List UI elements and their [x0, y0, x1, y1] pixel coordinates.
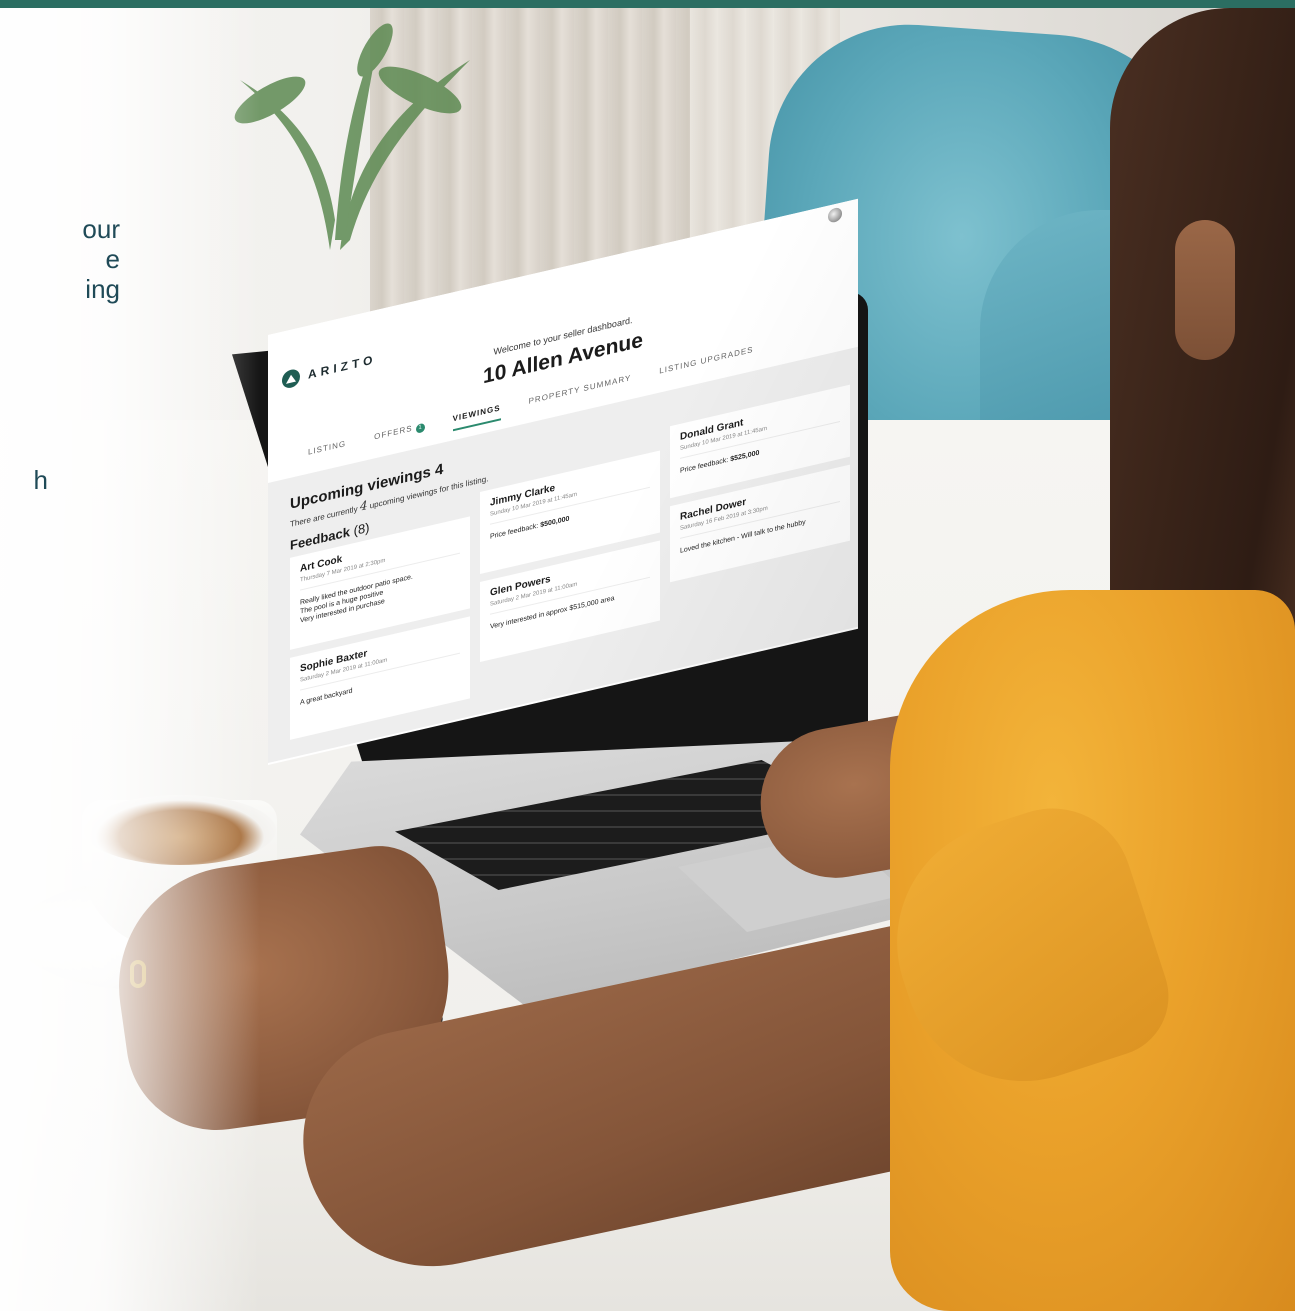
white-fade-overlay [0, 0, 260, 1311]
tab-viewings[interactable]: VIEWINGS [452, 403, 501, 432]
brand-top-bar [0, 0, 1295, 8]
photo-scene: ARIZTO Welcome to your seller dashboard.… [0, 0, 1295, 1311]
viewings-count: 4 [359, 498, 368, 514]
price-label: Price feedback: [680, 456, 729, 475]
mountain-logo-icon [282, 367, 300, 390]
tab-label: OFFERS [374, 423, 413, 442]
tab-label: PROPERTY SUMMARY [528, 373, 632, 406]
tab-offers[interactable]: OFFERS 1 [374, 421, 425, 450]
price-value: $500,000 [540, 515, 570, 530]
tab-label: VIEWINGS [452, 403, 501, 424]
headline-line: our [82, 214, 120, 244]
tab-listing[interactable]: LISTING [308, 439, 346, 465]
cropped-headline-fragment: h [33, 465, 48, 495]
tab-label: LISTING UPGRADES [659, 344, 754, 376]
headline-line: ing [85, 274, 120, 304]
avatar[interactable] [828, 206, 842, 224]
headline-line: e [105, 244, 120, 274]
tab-label: LISTING [308, 438, 347, 457]
price-value: $525,000 [730, 449, 760, 464]
neck [1175, 220, 1235, 360]
price-label: Price feedback: [490, 522, 539, 541]
feedback-count: (8) [353, 519, 370, 539]
offers-count-badge: 1 [415, 422, 425, 434]
cropped-headline: our e ing [0, 214, 120, 304]
